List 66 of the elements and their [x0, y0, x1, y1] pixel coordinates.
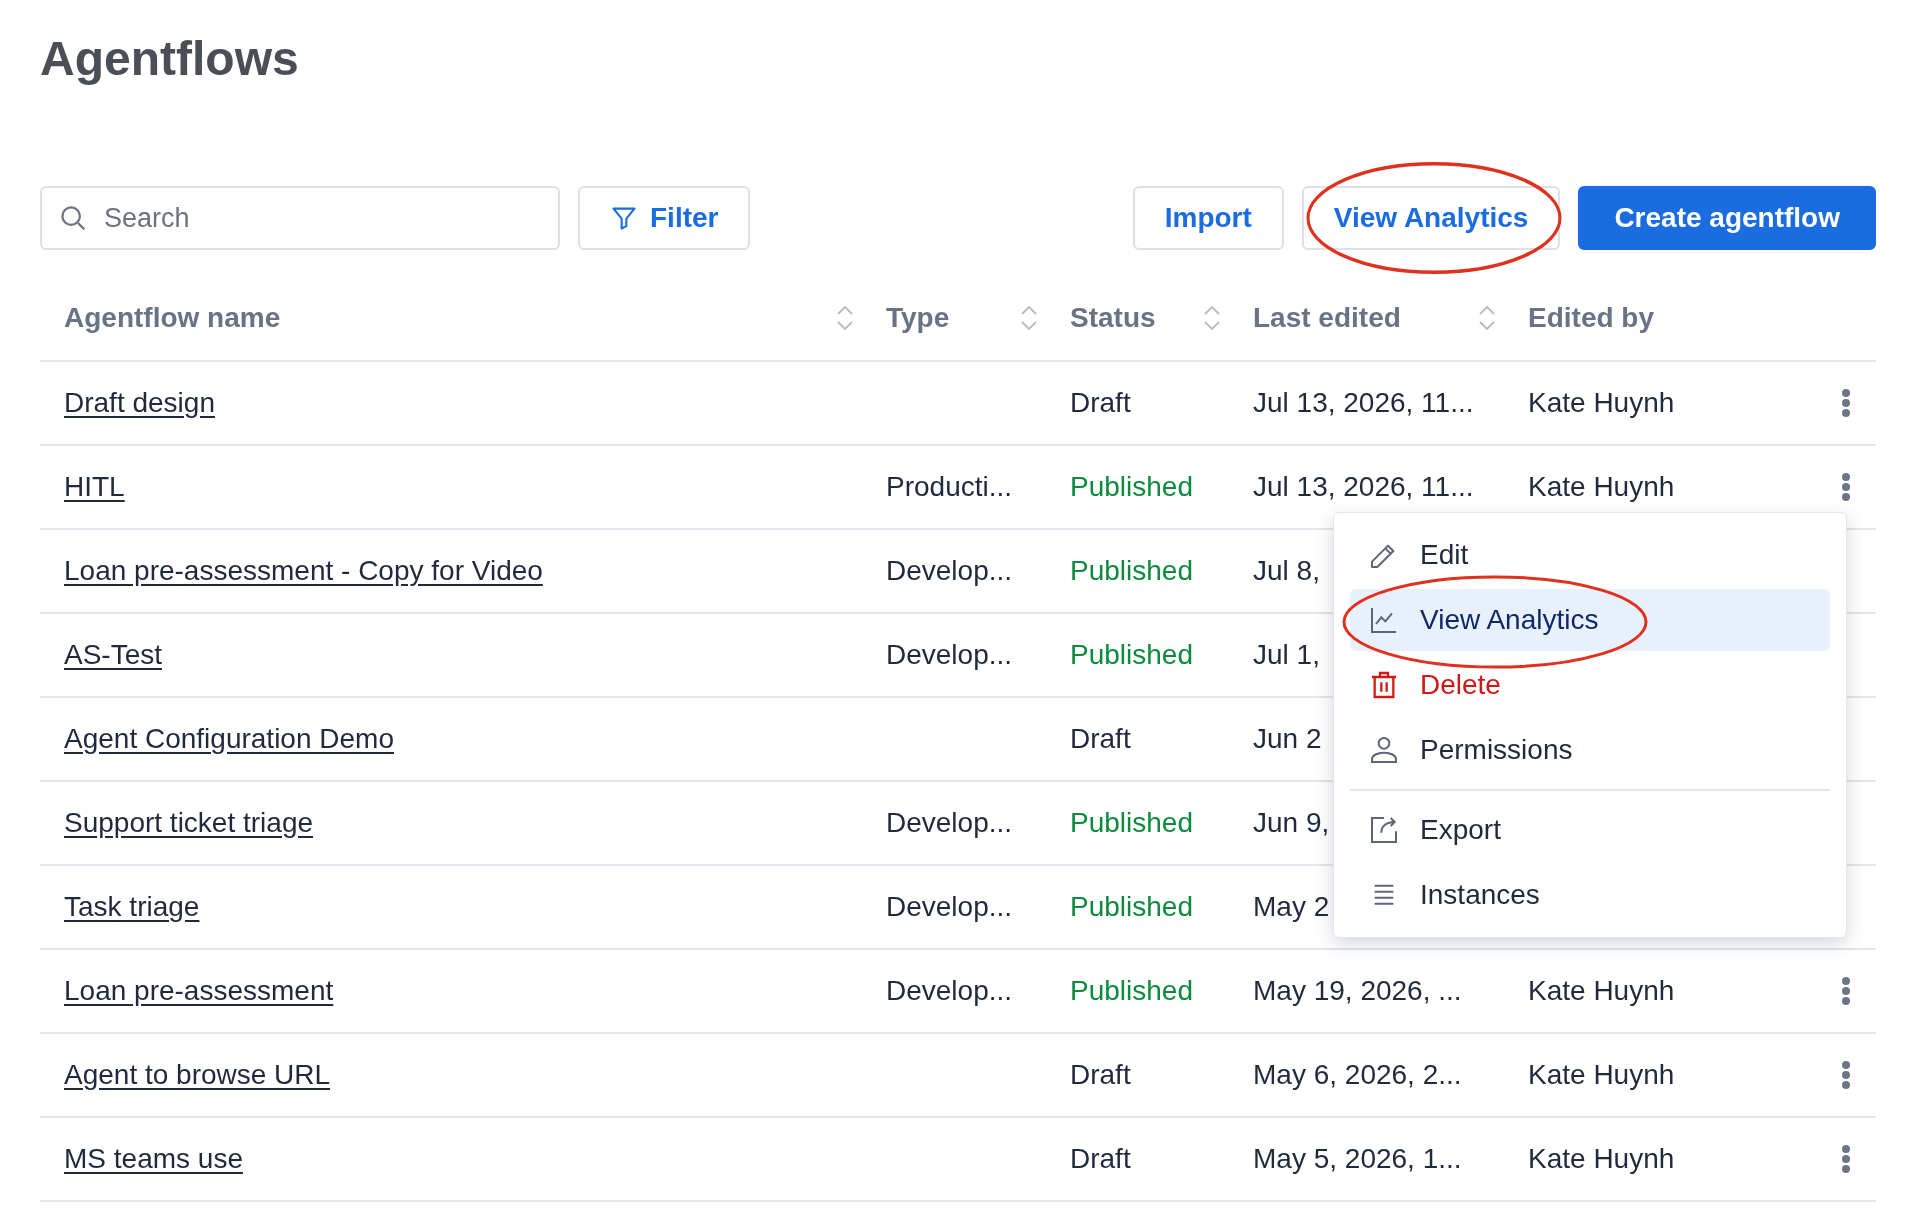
editor-cell: Kate Huynh	[1528, 387, 1675, 418]
editor-cell: Kate Huynh	[1528, 975, 1675, 1006]
status-cell: Published	[1070, 471, 1193, 502]
date-cell: Jul 13, 2026, 11...	[1253, 387, 1474, 418]
type-cell: Develop...	[886, 891, 1013, 922]
status-cell: Published	[1070, 555, 1193, 586]
column-header: Agentflow name	[64, 302, 281, 334]
agentflow-link[interactable]: Agent Configuration Demo	[64, 723, 394, 754]
person-icon	[1368, 734, 1400, 766]
status-cell: Draft	[1070, 1143, 1131, 1174]
toolbar-button[interactable]: Import	[1132, 186, 1284, 250]
status-cell: Published	[1070, 639, 1193, 670]
filter-button[interactable]: Filter	[578, 186, 751, 250]
search-field[interactable]: Search	[40, 186, 560, 250]
agentflow-link[interactable]: Loan pre-assessment	[64, 975, 334, 1006]
status-cell: Draft	[1070, 1059, 1131, 1090]
more-icon[interactable]	[1841, 388, 1851, 418]
menu-item[interactable]: Export	[1350, 799, 1830, 861]
status-cell: Published	[1070, 807, 1193, 838]
date-cell: Jun 2	[1253, 723, 1322, 754]
date-cell: May 5, 2026, 1...	[1253, 1143, 1462, 1174]
date-cell: May 2	[1253, 891, 1330, 922]
status-cell: Published	[1070, 891, 1193, 922]
menu-item[interactable]: Edit	[1350, 524, 1830, 586]
column-header: Last edited	[1253, 302, 1401, 334]
date-cell: May 19, 2026, ...	[1253, 975, 1462, 1006]
menu-item[interactable]: View Analytics	[1350, 589, 1830, 651]
column-header: Status	[1070, 302, 1156, 334]
type-cell: Develop...	[886, 807, 1013, 838]
status-cell: Draft	[1070, 387, 1131, 418]
status-cell: Published	[1070, 975, 1193, 1006]
editor-cell: Kate Huynh	[1528, 1059, 1675, 1090]
agentflow-link[interactable]: Task triage	[64, 891, 200, 922]
column-header: Type	[886, 302, 950, 334]
type-cell: Develop...	[886, 639, 1013, 670]
more-icon[interactable]	[1841, 976, 1851, 1006]
more-icon[interactable]	[1841, 472, 1851, 502]
agentflow-link[interactable]: AS-Test	[64, 639, 163, 670]
agentflow-link[interactable]: Support ticket triage	[64, 807, 314, 838]
menu-item[interactable]: Delete	[1350, 654, 1830, 716]
agentflow-link[interactable]: Agent to browse URL	[64, 1059, 331, 1090]
date-cell: Jun 9,	[1253, 807, 1330, 838]
date-cell: Jul 8,	[1253, 555, 1320, 586]
more-icon[interactable]	[1841, 1060, 1851, 1090]
agentflow-link[interactable]: Draft design	[64, 387, 215, 418]
column-header: Edited by	[1528, 302, 1654, 334]
type-cell: Develop...	[886, 975, 1013, 1006]
agentflow-link[interactable]: MS teams use	[64, 1143, 243, 1174]
type-cell: Develop...	[886, 555, 1013, 586]
editor-cell: Kate Huynh	[1528, 1143, 1675, 1174]
agentflow-link[interactable]: HITL	[64, 471, 125, 502]
date-cell: May 6, 2026, 2...	[1253, 1059, 1462, 1090]
menu-item[interactable]: Permissions	[1350, 719, 1830, 781]
export-icon	[1368, 814, 1400, 846]
agentflow-link[interactable]: Loan pre-assessment - Copy for Video	[64, 555, 543, 586]
toolbar-button[interactable]: Create agentflow	[1578, 186, 1876, 250]
toolbar-button[interactable]: View Analytics	[1301, 186, 1561, 250]
date-cell: Jul 13, 2026, 11...	[1253, 471, 1474, 502]
search-icon	[58, 203, 88, 233]
editor-cell: Kate Huynh	[1528, 471, 1675, 502]
date-cell: Jul 1,	[1253, 639, 1320, 670]
type-cell: Producti...	[886, 471, 1013, 502]
menu-item[interactable]: Instances	[1350, 864, 1830, 926]
page-title: Agentflows	[40, 31, 300, 87]
more-icon[interactable]	[1841, 1144, 1851, 1174]
status-cell: Draft	[1070, 723, 1131, 754]
